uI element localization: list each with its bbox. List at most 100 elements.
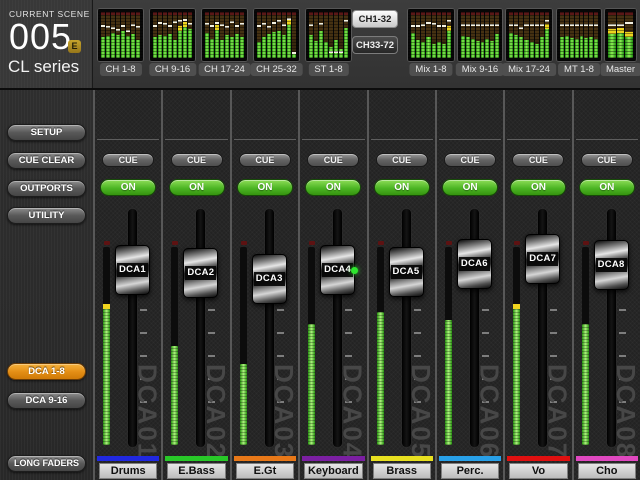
channel-name[interactable]: Drums [99, 463, 157, 479]
level-meter [171, 247, 178, 445]
long-faders-button[interactable]: LONG FADERS [7, 455, 86, 472]
on-button[interactable]: ON [169, 179, 225, 196]
meter-block-mt-1-8[interactable] [556, 8, 602, 62]
meter-block-ch-9-16[interactable] [149, 8, 196, 62]
sidebar-button-setup[interactable]: SETUP [7, 124, 86, 141]
meter-bar [575, 12, 579, 58]
meter-bar [314, 12, 318, 58]
fader-position-dash [584, 24, 588, 26]
on-button[interactable]: ON [442, 179, 498, 196]
meter-block-label: CH 1-8 [99, 63, 141, 76]
fader-knob[interactable]: DCA1 [115, 245, 150, 295]
cue-button[interactable]: CUE [376, 153, 428, 167]
channel-name[interactable]: Perc. [441, 463, 499, 479]
fader-position-dash [540, 24, 544, 26]
channel-name[interactable]: Cho [578, 463, 636, 479]
fader-knob[interactable]: DCA3 [252, 254, 287, 304]
sidebar-button-outports[interactable]: OUTPORTS [7, 180, 86, 197]
dca-bank-button-dca-1-8[interactable]: DCA 1-8 [7, 363, 86, 380]
meter-block-ch-25-32[interactable] [253, 8, 300, 62]
meter-block-mix-9-16[interactable] [457, 8, 503, 62]
sidebar-button-utility[interactable]: UTILITY [7, 207, 86, 224]
meter-bar [131, 12, 135, 58]
fader-knob[interactable]: DCA7 [525, 234, 560, 284]
on-button[interactable]: ON [237, 179, 293, 196]
clip-indicator [172, 241, 178, 245]
on-button[interactable]: ON [305, 179, 361, 196]
meter-bar [540, 12, 544, 58]
fader-knob[interactable]: DCA8 [594, 240, 629, 290]
meter-block-ch-17-24[interactable] [201, 8, 248, 62]
fader-position-dash [116, 29, 120, 31]
fader-position-dash [509, 24, 513, 26]
dca-id-watermark: DCA06 [476, 364, 502, 459]
cue-button[interactable]: CUE [307, 153, 359, 167]
fader-position-dash [565, 24, 569, 26]
meter-bar [490, 12, 494, 58]
meter-bar [594, 12, 598, 58]
channel-color-bar [302, 456, 364, 461]
fader-knob[interactable]: DCA6 [457, 239, 492, 289]
cue-button[interactable]: CUE [444, 153, 496, 167]
channel-name[interactable]: E.Gt [236, 463, 294, 479]
fader-knob-label: DCA3 [254, 272, 285, 286]
fader-knob[interactable]: DCA5 [389, 247, 424, 297]
channel-name[interactable]: Brass [373, 463, 431, 479]
channel-strip-dca02: CUEONDCA02DCA2E.Bass [161, 90, 229, 480]
channel-strip-dca08: CUE ON DCA08 DCA8 Cho [572, 90, 640, 480]
fader-position-dash [437, 25, 441, 27]
meter-bar [235, 12, 239, 58]
fader-scale-tick [482, 355, 489, 357]
on-button[interactable]: ON [374, 179, 430, 196]
fader-scale-tick [208, 309, 215, 311]
fader-position-dash [257, 25, 261, 27]
dca-id-watermark: DCA08 [613, 364, 639, 459]
meter-bar [205, 12, 209, 58]
meter-block-ch-1-8[interactable] [97, 8, 144, 62]
cue-button[interactable]: CUE [512, 153, 564, 167]
fader-knob[interactable]: DCA4 [320, 245, 355, 295]
channel-name[interactable]: E.Bass [167, 463, 225, 479]
meter-block-mix-17-24[interactable] [505, 8, 553, 62]
cue-button[interactable]: CUE [581, 153, 633, 167]
meter-bar [292, 12, 296, 58]
bank-button-ch1-32[interactable]: CH1-32 [352, 10, 398, 28]
level-meter-fill [240, 364, 247, 445]
meter-bar [220, 12, 224, 58]
dca-bank-button-dca-9-16[interactable]: DCA 9-16 [7, 392, 86, 409]
level-meter-fill [513, 304, 520, 445]
sidebar-button-cue-clear[interactable]: CUE CLEAR [7, 152, 86, 169]
cue-button[interactable]: CUE [239, 153, 291, 167]
fader-position-dash [575, 24, 579, 26]
meter-block-mix-1-8[interactable] [407, 8, 455, 62]
clip-indicator [583, 241, 589, 245]
on-button[interactable]: ON [579, 179, 635, 196]
meter-bar [215, 12, 219, 58]
on-button[interactable]: ON [510, 179, 566, 196]
fader-position-dash [344, 20, 348, 22]
channel-name[interactable]: Keyboard [304, 463, 362, 479]
meter-block-st-1-8[interactable] [305, 8, 352, 62]
fader-position-dash [519, 27, 523, 29]
meter-bar [509, 12, 513, 58]
fader-knob[interactable]: DCA2 [183, 248, 218, 298]
channel-color-bar [507, 456, 569, 461]
bank-button-ch33-72[interactable]: CH33-72 [352, 36, 398, 54]
cue-button[interactable]: CUE [102, 153, 154, 167]
clip-indicator [241, 241, 247, 245]
meter-yellow-segment [625, 32, 633, 37]
meter-bar [560, 12, 564, 58]
strip-separator-line [439, 139, 501, 140]
on-button[interactable]: ON [100, 179, 156, 196]
channel-name[interactable]: Vo [509, 463, 567, 479]
fader-position-dash [411, 25, 415, 27]
fader-position-dash [292, 52, 296, 54]
meter-bar [262, 12, 266, 58]
meter-yellow-segment [608, 29, 616, 34]
cue-button[interactable]: CUE [171, 153, 223, 167]
meter-yellow-segment [215, 25, 219, 30]
level-meter [513, 247, 520, 445]
scene-edited-badge: E [68, 40, 81, 53]
meter-block-master[interactable] [604, 8, 637, 62]
fader-position-dash [319, 23, 323, 25]
